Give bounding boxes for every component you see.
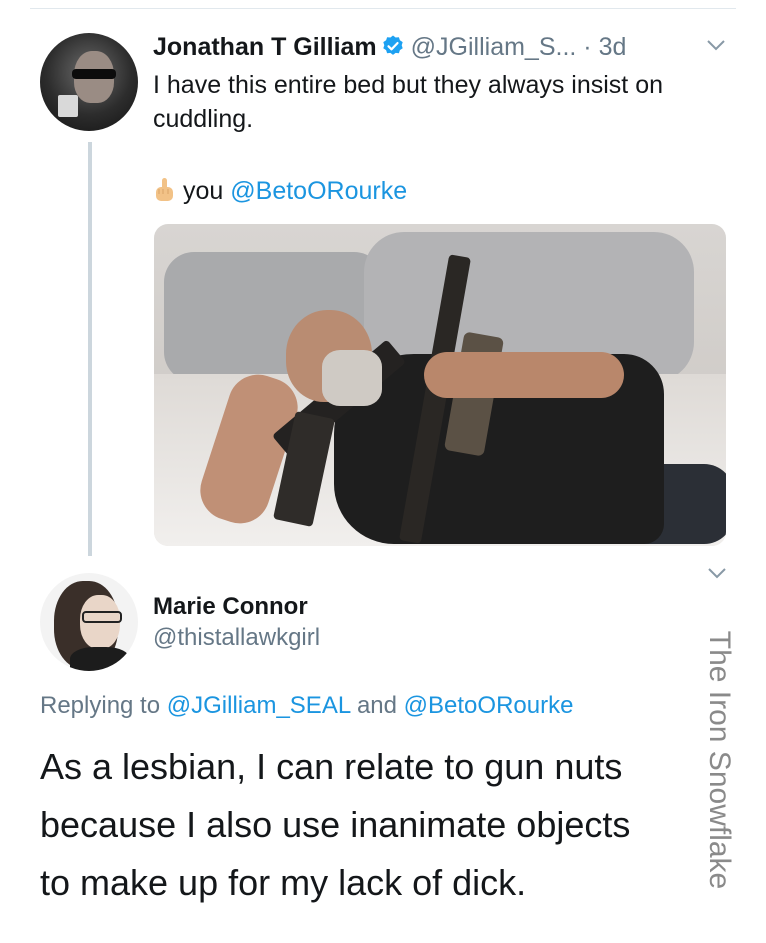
tweet2-line: to make up for my lack of dick. bbox=[40, 862, 527, 903]
avatar-sunglasses bbox=[72, 69, 116, 79]
tweet1-header: Jonathan T Gilliam @JGilliam_S... · 3d bbox=[153, 32, 626, 65]
verified-badge-icon bbox=[381, 34, 405, 65]
photo-arm-right bbox=[424, 352, 624, 398]
mention-beto[interactable]: @BetoORourke bbox=[230, 177, 407, 205]
tweet1-line2-text: you bbox=[183, 177, 224, 205]
tweet2-line: As a lesbian, I can relate to gun nuts bbox=[40, 746, 623, 787]
replying-to: Replying to @JGilliam_SEAL and @BetoORou… bbox=[40, 692, 573, 720]
author-name[interactable]: Jonathan T Gilliam bbox=[153, 33, 377, 61]
thread-line bbox=[88, 142, 92, 556]
tweet2-line: because I also use inanimate objects bbox=[40, 804, 631, 845]
replying-prefix: Replying to bbox=[40, 692, 161, 719]
chevron-down-icon[interactable] bbox=[706, 38, 726, 57]
replying-and: and bbox=[356, 692, 397, 719]
author-name[interactable]: Marie Connor bbox=[153, 593, 308, 621]
avatar-shirt bbox=[70, 647, 130, 671]
author-handle[interactable]: @thistallawkgirl bbox=[153, 624, 320, 652]
tweet1-text: I have this entire bed but they always i… bbox=[153, 71, 664, 133]
avatar-glasses bbox=[82, 611, 122, 623]
mention-beto[interactable]: @BetoORourke bbox=[404, 692, 574, 719]
mention-jgilliam[interactable]: @JGilliam_SEAL bbox=[167, 692, 351, 719]
avatar-patch bbox=[58, 95, 78, 117]
author-handle[interactable]: @JGilliam_S... bbox=[411, 33, 577, 61]
tweet-time[interactable]: · 3d bbox=[583, 33, 626, 61]
tweet1-line2: you @BetoORourke bbox=[153, 175, 407, 207]
avatar-marie[interactable] bbox=[40, 573, 138, 671]
middle-finger-emoji-icon bbox=[153, 177, 175, 203]
watermark: The Iron Snowflake bbox=[703, 630, 736, 890]
tweet2-text: As a lesbian, I can relate to gun nuts b… bbox=[40, 738, 700, 912]
avatar-jonathan[interactable] bbox=[40, 33, 138, 131]
photo-beard bbox=[322, 350, 382, 406]
tweet-photo[interactable] bbox=[154, 224, 726, 546]
top-divider bbox=[30, 8, 736, 9]
